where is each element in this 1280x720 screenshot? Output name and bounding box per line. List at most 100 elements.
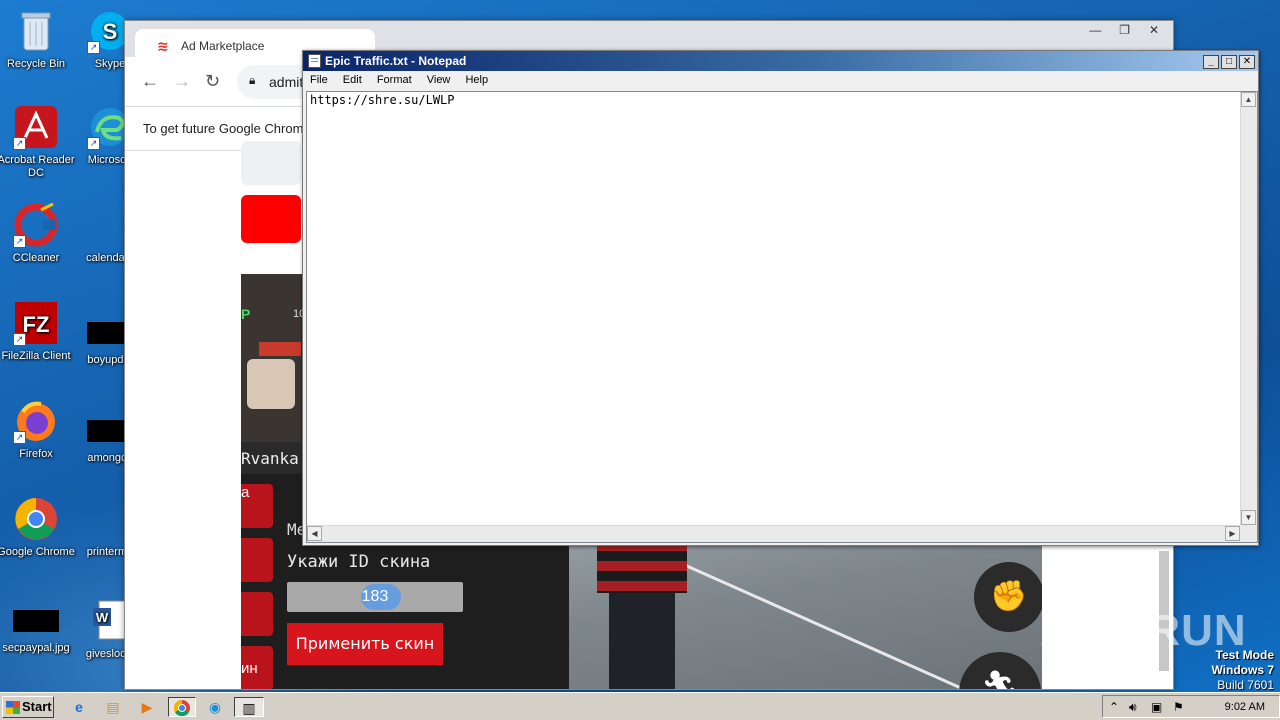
recycle-bin-icon [13,8,59,54]
menu-help[interactable]: Help [465,74,488,86]
edge-taskbar-icon[interactable]: ◉ [204,697,226,717]
forward-arrow-icon[interactable]: → [173,71,191,92]
notepad-menubar: File Edit Format View Help [303,71,1258,89]
apply-skin-button: Применить скин [287,623,443,665]
menu-format[interactable]: Format [377,74,412,86]
desktop-icon-acrobat[interactable]: ↗ Acrobat Reader DC [0,104,76,180]
svg-text:W: W [96,610,109,625]
start-label: Start [22,699,52,714]
volume-icon[interactable]: 🔊︎ [1129,700,1137,715]
skin-prompt: Укажи ID скина [287,552,431,572]
notepad-icon [308,54,321,68]
svg-text:S: S [103,19,118,44]
ie-icon[interactable]: e [68,697,90,717]
chrome-window-controls: — ❐ ✕ [1082,23,1167,37]
build-line: Build 7601 [1217,678,1274,692]
health-bar [259,342,301,356]
close-button[interactable]: ✕ [1141,23,1167,37]
desktop-icon-filezilla[interactable]: FZ ↗ FileZilla Client [0,300,76,363]
ccleaner-icon: ↗ [13,202,59,248]
svg-text:FZ: FZ [23,312,50,337]
show-hidden-icons-icon[interactable]: ⌃ [1109,700,1119,714]
shortcut-arrow-icon: ↗ [13,137,26,150]
desktop-icon-label: Recycle Bin [6,58,66,70]
close-button[interactable]: ✕ [1239,55,1255,69]
desktop-icon-label: Google Chrome [0,546,75,558]
skin-id-value: 183 [361,588,389,605]
address-text: admit [269,74,304,90]
game-hud-panel: P 10 [241,274,305,442]
desktop-icon-label: FileZilla Client [1,350,71,362]
desktop-icon-recycle-bin[interactable]: Recycle Bin [0,8,76,71]
chrome-taskbar-icon[interactable] [168,697,196,717]
desktop-icon-label: CCleaner [12,252,60,264]
side-tab [241,592,273,636]
notepad-text-area[interactable]: https://shre.su/LWLP ▲ ▼ ◀ ▶ [306,91,1258,543]
maximize-button[interactable]: ❐ [1112,23,1138,37]
start-button[interactable]: Start [2,696,54,718]
test-mode-line: Test Mode [1215,648,1274,662]
firefox-icon: ↗ [13,398,59,444]
resize-grip[interactable] [1240,525,1257,542]
vertical-scrollbar[interactable]: ▲ ▼ [1240,92,1257,525]
shortcut-arrow-icon: ↗ [87,137,100,150]
windows-version-line: Windows 7 [1211,663,1274,677]
shortcut-arrow-icon: ↗ [87,41,100,54]
network-icon[interactable]: ▣ [1151,700,1162,714]
taskbar: Start e ▤ ▶ ◉ ▥ ⌃ 🔊︎ ▣ ⚑ 9:02 AM [0,692,1280,720]
red-banner[interactable] [241,195,301,243]
acrobat-icon: ↗ [13,104,59,150]
notepad-window-controls: _ □ ✕ [1201,53,1255,69]
desktop-icon-secpaypal[interactable]: secpaypal.jpg [0,598,76,655]
scroll-down-icon[interactable]: ▼ [1241,510,1256,525]
image-file-icon [13,610,59,632]
action-center-flag-icon[interactable]: ⚑ [1173,700,1184,714]
desktop-icon-chrome[interactable]: Google Chrome [0,496,76,559]
scroll-right-icon[interactable]: ▶ [1225,526,1240,541]
desktop-icon-label: Firefox [19,448,53,460]
desktop-icon-label: Acrobat Reader DC [0,154,75,179]
filezilla-icon: FZ ↗ [13,300,59,346]
fist-weapon-icon [247,359,295,409]
game-status-letter: P [241,306,251,322]
reload-icon[interactable]: ↻ [205,71,220,92]
media-player-icon[interactable]: ▶ [136,697,158,717]
explorer-icon[interactable]: ▤ [102,697,124,717]
scroll-left-icon[interactable]: ◀ [307,526,322,541]
punch-button-icon: ✊ [974,562,1042,632]
menu-view[interactable]: View [427,74,451,86]
notepad-taskbar-icon[interactable]: ▥ [234,697,264,717]
shortcut-arrow-icon: ↗ [13,235,26,248]
menu-file[interactable]: File [310,74,328,86]
game-player-name: Rvanka [241,449,299,468]
maximize-button[interactable]: □ [1221,55,1237,69]
desktop-icon-ccleaner[interactable]: ↗ CCleaner [0,202,76,265]
scroll-up-icon[interactable]: ▲ [1241,92,1256,107]
shortcut-arrow-icon: ↗ [13,333,26,346]
skin-id-field: 183 [287,582,463,612]
game-character [591,521,687,689]
horizontal-scrollbar[interactable]: ◀ ▶ [307,525,1240,542]
chrome-icon [13,496,59,542]
notepad-window[interactable]: Epic Traffic.txt - Notepad _ □ ✕ File Edit… [302,50,1259,546]
windows-logo-icon [6,701,20,714]
shortcut-arrow-icon: ↗ [13,431,26,444]
desktop-icon-label: secpaypal.jpg [2,642,70,654]
side-tab: а [241,484,273,528]
back-arrow-icon[interactable]: ← [141,71,159,92]
notepad-content: https://shre.su/LWLP [310,93,455,107]
tab-title: Ad Marketplace [181,39,265,53]
system-tray: ⌃ 🔊︎ ▣ ⚑ 9:02 AM [1102,695,1280,718]
menu-edit[interactable]: Edit [343,74,362,86]
notepad-titlebar[interactable]: Epic Traffic.txt - Notepad _ □ ✕ [303,51,1258,71]
side-tab [241,538,273,582]
minimize-button[interactable]: _ [1203,55,1219,69]
search-box[interactable] [241,141,301,185]
lock-icon: 🔒︎ [249,73,256,87]
clock[interactable]: 9:02 AM [1225,701,1265,713]
desktop-icon-firefox[interactable]: ↗ Firefox [0,398,76,461]
test-mode-label: Test Mode Windows 7 Build 7601 [1211,648,1274,693]
infobar-text: To get future Google Chrome [143,121,311,136]
minimize-button[interactable]: — [1082,23,1108,37]
side-tab: ин [241,646,273,689]
